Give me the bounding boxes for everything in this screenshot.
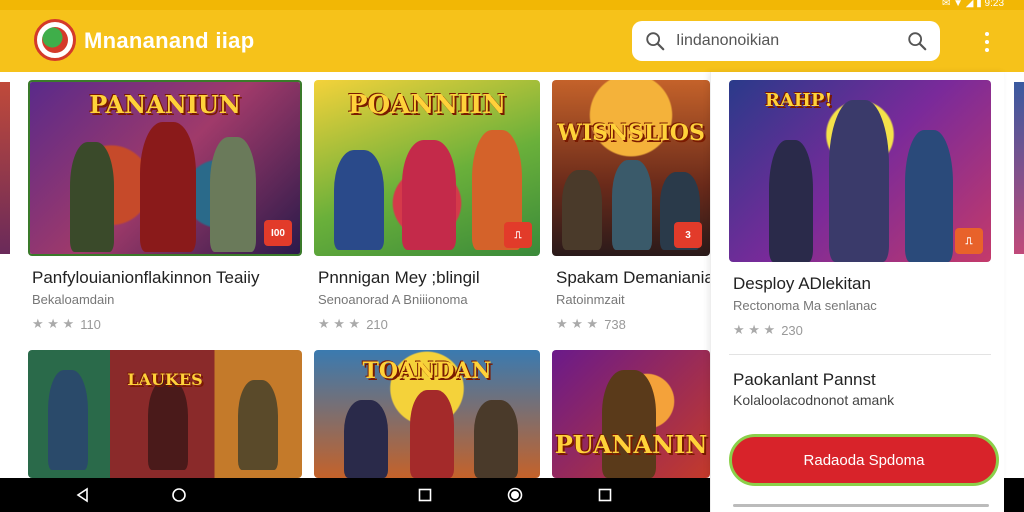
home-icon[interactable]: [170, 486, 188, 504]
panel-drag-handle[interactable]: [733, 504, 989, 507]
game-card[interactable]: WISNSLIOS 3 Spakam Demanianial Ratoinmza…: [552, 80, 718, 336]
game-banner: TOANDAN: [362, 358, 492, 384]
back-icon[interactable]: [74, 486, 92, 504]
game-title[interactable]: Pnnnigan Mey ;blingil: [318, 268, 480, 288]
app-title: Mnananand iiap: [84, 28, 255, 53]
game-badge: ⎍: [504, 222, 532, 248]
rating-count: 230: [781, 322, 803, 338]
game-thumbnail[interactable]: WISNSLIOS 3: [552, 80, 710, 256]
recents-icon[interactable]: [416, 486, 434, 504]
status-bar: ✉ ▼ ◢ ▮ 9:23: [0, 0, 1024, 10]
game-banner: PANANIUN: [89, 90, 241, 119]
game-banner: WISNSLIOS: [557, 120, 705, 146]
game-banner: PUANANIN: [554, 430, 708, 459]
previous-card-peek[interactable]: [0, 82, 10, 254]
game-developer: Ratoinmzait: [556, 292, 625, 307]
game-rating: ★ ★ ★ 110: [32, 316, 101, 332]
nav-bar-edge: [1004, 478, 1024, 512]
game-thumbnail[interactable]: PUANANIN: [552, 350, 710, 478]
featured-panel: RAHP! ⎍ Desploy ADlekitan Rectonoma Ma s…: [710, 72, 1004, 512]
rating-stars-icon: ★ ★ ★: [733, 322, 776, 337]
game-thumbnail[interactable]: POANNIIN ⎍: [314, 80, 540, 256]
featured-rating: ★ ★ ★ 230: [733, 322, 803, 338]
featured-developer: Rectonoma Ma senlanac: [733, 298, 877, 313]
featured-banner: RAHP!: [765, 90, 833, 111]
game-rating: ★ ★ ★ 738: [556, 316, 626, 332]
game-developer: Bekaloamdain: [32, 292, 115, 307]
game-card[interactable]: POANNIIN ⎍ Pnnnigan Mey ;blingil Senoano…: [314, 80, 540, 336]
recents-icon[interactable]: [596, 486, 614, 504]
featured-badge: ⎍: [955, 228, 983, 254]
rating-stars-icon: ★ ★ ★: [318, 316, 361, 331]
game-thumbnail[interactable]: LAUKES: [28, 350, 302, 478]
rating-count: 110: [80, 316, 101, 332]
game-banner: LAUKES: [127, 370, 203, 389]
rating-stars-icon: ★ ★ ★: [556, 316, 599, 331]
game-badge: I00: [264, 220, 292, 246]
primary-action-button[interactable]: Radaoda Spdoma: [729, 434, 999, 486]
search-input[interactable]: [676, 32, 906, 50]
more-vert-icon[interactable]: [976, 28, 998, 56]
rating-count: 738: [604, 316, 626, 332]
rating-count: 210: [366, 316, 388, 332]
search-bar[interactable]: [632, 21, 940, 61]
divider: [729, 354, 991, 355]
home-icon[interactable]: [506, 486, 524, 504]
game-thumbnail[interactable]: PANANIUN I00: [28, 80, 302, 256]
featured-thumbnail[interactable]: RAHP! ⎍: [729, 80, 991, 262]
app-logo-icon[interactable]: [34, 19, 76, 61]
section-subtitle: Kolaloolacodnonot amank: [733, 392, 895, 408]
logo-mark: [42, 27, 68, 53]
game-badge: 3: [674, 222, 702, 248]
search-submit-icon[interactable]: [906, 30, 928, 52]
featured-title[interactable]: Desploy ADlekitan: [733, 274, 871, 294]
game-card[interactable]: PANANIUN I00 Panfylouianionflakinnon Tea…: [28, 80, 302, 336]
rating-stars-icon: ★ ★ ★: [32, 316, 75, 331]
game-banner: POANNIIN: [348, 90, 506, 120]
game-thumbnail[interactable]: TOANDAN: [314, 350, 540, 478]
app-bar: Mnananand iiap: [0, 10, 1024, 72]
game-developer: Senoanorad A Bniiionoma: [318, 292, 468, 307]
game-title[interactable]: Spakam Demanianial: [556, 268, 718, 288]
game-title[interactable]: Panfylouianionflakinnon Teaiiy: [32, 268, 259, 288]
status-icons: ✉ ▼ ◢ ▮ 9:23: [941, 0, 1004, 9]
search-icon[interactable]: [644, 30, 666, 52]
section-title: Paokanlant Pannst: [733, 370, 876, 389]
system-nav-bar: [0, 478, 710, 512]
game-rating: ★ ★ ★ 210: [318, 316, 388, 332]
